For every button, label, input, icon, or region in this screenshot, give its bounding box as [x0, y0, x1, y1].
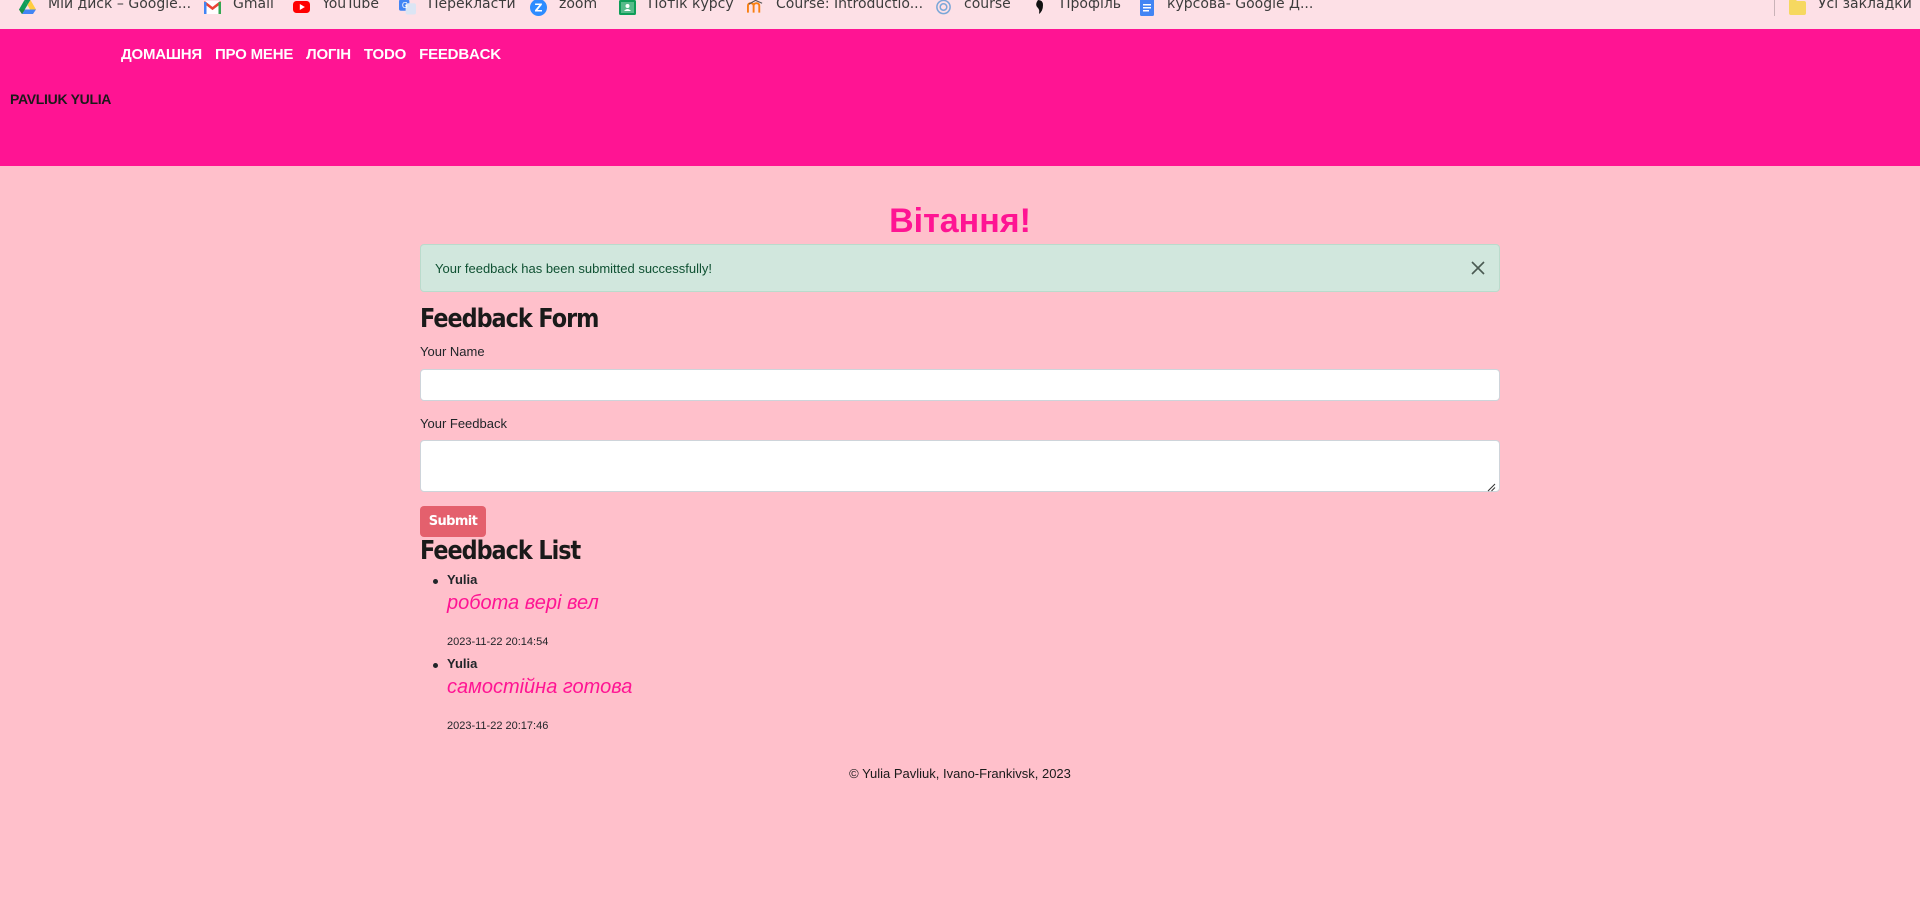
submit-button[interactable]: Submit [420, 506, 486, 537]
bookmark-course[interactable]: course [935, 0, 1011, 16]
bookmark-google-docs[interactable]: курсова- Google Д... [1138, 0, 1313, 16]
close-icon[interactable] [1467, 257, 1489, 279]
course-icon [935, 0, 952, 16]
bullet-icon [433, 663, 438, 668]
bookmark-profile[interactable]: Профіль [1031, 0, 1121, 14]
list-item: Yulia самостійна готова 2023-11-22 20:17… [420, 656, 1500, 740]
site-brand: Pavliuk Yulia [10, 91, 112, 107]
translate-icon: G [399, 0, 416, 16]
google-docs-icon [1138, 0, 1155, 16]
site-header: Домашня Про мене Логін Todo Feedback Pav… [0, 29, 1920, 166]
main-nav: Домашня Про мене Логін Todo Feedback [121, 46, 514, 63]
svg-text:Z: Z [535, 1, 543, 14]
feedback-list-title: Feedback List [420, 536, 581, 566]
name-input[interactable] [420, 369, 1500, 401]
alert-message: Your feedback has been submitted success… [435, 260, 713, 276]
resize-handle-icon[interactable] [1487, 479, 1496, 492]
bookmark-all-bookmarks[interactable]: Усі закладки [1789, 0, 1912, 16]
bookmark-translate[interactable]: G Перекласти [399, 0, 516, 16]
bookmark-moodle[interactable]: Course: Introductio... [747, 0, 923, 14]
bookmark-classroom[interactable]: Потік курсу [619, 0, 734, 16]
bookmarks-separator [1774, 0, 1775, 16]
zoom-icon: Z [530, 0, 547, 16]
feedback-list: Yulia робота вері вел 2023-11-22 20:14:5… [420, 572, 1500, 740]
feedback-message: самостійна готова [447, 676, 633, 698]
list-item: Yulia робота вері вел 2023-11-22 20:14:5… [420, 572, 1500, 656]
bookmark-youtube[interactable]: YouTube [293, 0, 379, 14]
success-alert: Your feedback has been submitted success… [420, 244, 1500, 292]
feedback-message: робота вері вел [447, 592, 599, 614]
bookmark-google-drive[interactable]: Мій диск – Google... [19, 0, 191, 14]
nav-feedback-link[interactable]: Feedback [419, 46, 501, 63]
feedback-author: Yulia [447, 572, 478, 587]
nav-about-link[interactable]: Про мене [215, 46, 293, 63]
site-footer: © Yulia Pavliuk, Ivano-Frankivsk, 2023 [849, 766, 1071, 781]
moodle-icon [747, 0, 764, 16]
classroom-icon [619, 0, 636, 16]
nav-todo-link[interactable]: Todo [364, 46, 406, 63]
gmail-icon [204, 0, 221, 16]
feedback-textarea[interactable] [420, 440, 1500, 492]
page-title: Вітання! [889, 202, 1031, 240]
profile-icon [1031, 0, 1048, 16]
bookmark-gmail[interactable]: Gmail [204, 0, 274, 14]
nav-home-link[interactable]: Домашня [121, 46, 202, 63]
feedback-author: Yulia [447, 656, 478, 671]
bullet-icon [433, 579, 438, 584]
feedback-form-title: Feedback Form [420, 304, 599, 334]
bookmarks-bar: Мій диск – Google... Gmail YouTube G Пер… [0, 0, 1920, 29]
feedback-timestamp: 2023-11-22 20:14:54 [447, 636, 549, 648]
bookmark-zoom[interactable]: Z zoom [530, 0, 597, 16]
name-label: Your Name [420, 344, 485, 359]
google-drive-icon [19, 0, 36, 16]
feedback-label: Your Feedback [420, 416, 507, 431]
feedback-timestamp: 2023-11-22 20:17:46 [447, 720, 549, 732]
folder-icon [1789, 0, 1806, 16]
svg-text:G: G [402, 1, 408, 10]
nav-login-link[interactable]: Логін [306, 46, 351, 63]
youtube-icon [293, 0, 310, 16]
